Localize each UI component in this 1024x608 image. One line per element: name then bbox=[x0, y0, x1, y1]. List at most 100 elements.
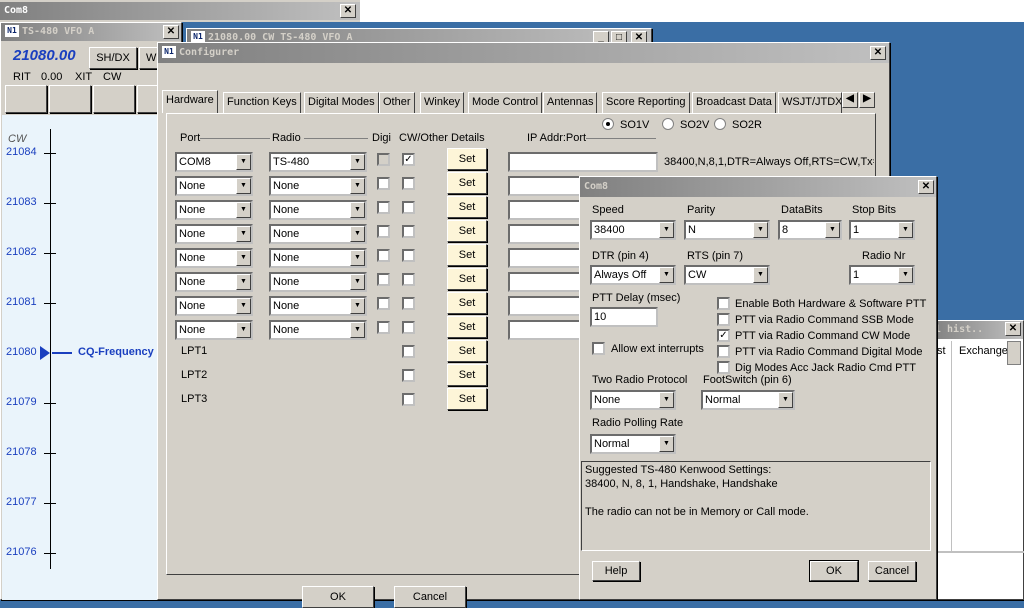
radio-select[interactable]: None ▼ bbox=[269, 296, 367, 316]
com8-close-icon[interactable]: ✕ bbox=[918, 180, 934, 194]
tab-winkey[interactable]: Winkey bbox=[420, 92, 465, 113]
port-select[interactable]: None ▼ bbox=[175, 320, 253, 340]
cw-other-checkbox[interactable] bbox=[402, 273, 415, 286]
frequency-marker-icon[interactable] bbox=[40, 346, 50, 360]
digi-checkbox[interactable] bbox=[377, 297, 390, 310]
ptt-delay-input[interactable]: 10 bbox=[590, 307, 658, 327]
cw-other-checkbox[interactable]: ✓ bbox=[402, 153, 415, 166]
history-scrollbar[interactable] bbox=[1007, 341, 1021, 365]
digi-checkbox[interactable] bbox=[377, 177, 390, 190]
lpt-cw-checkbox[interactable] bbox=[402, 345, 415, 358]
tab-wsjt-jtdx[interactable]: WSJT/JTDX bbox=[778, 92, 842, 113]
port-select[interactable]: None ▼ bbox=[175, 200, 253, 220]
set-button[interactable]: Set bbox=[447, 220, 487, 242]
digi-checkbox[interactable] bbox=[377, 273, 390, 286]
so2r-radio[interactable] bbox=[714, 118, 726, 130]
vfo-titlebar[interactable]: N1 TS-480 VFO A bbox=[1, 23, 181, 41]
shdx-button[interactable]: SH/DX bbox=[89, 47, 137, 69]
set-button[interactable]: Set bbox=[447, 340, 487, 362]
ptt-option-checkbox-0[interactable] bbox=[717, 297, 730, 310]
cw-other-checkbox[interactable] bbox=[402, 321, 415, 334]
tab-antennas[interactable]: Antennas bbox=[543, 92, 598, 113]
set-button[interactable]: Set bbox=[447, 196, 487, 218]
tab-scroll-left-icon[interactable]: ◀ bbox=[842, 92, 858, 108]
ip-address-input[interactable] bbox=[508, 152, 658, 172]
so2v-radio[interactable] bbox=[662, 118, 674, 130]
configurer-ok-button[interactable]: OK bbox=[302, 586, 374, 608]
cw-other-checkbox[interactable] bbox=[402, 225, 415, 238]
com8-ok-button[interactable]: OK bbox=[809, 560, 859, 582]
tab-broadcast-data[interactable]: Broadcast Data bbox=[692, 92, 776, 113]
configurer-cancel-button[interactable]: Cancel bbox=[394, 586, 466, 608]
lpt-cw-checkbox[interactable] bbox=[402, 393, 415, 406]
dtr-select[interactable]: Always Off ▼ bbox=[590, 265, 676, 285]
rts-select[interactable]: CW ▼ bbox=[684, 265, 770, 285]
set-button[interactable]: Set bbox=[447, 364, 487, 386]
set-button[interactable]: Set bbox=[447, 244, 487, 266]
radio-select[interactable]: None ▼ bbox=[269, 200, 367, 220]
so1v-radio[interactable] bbox=[602, 118, 614, 130]
ptt-option-checkbox-3[interactable] bbox=[717, 345, 730, 358]
port-select[interactable]: None ▼ bbox=[175, 176, 253, 196]
digi-checkbox[interactable] bbox=[377, 321, 390, 334]
set-button[interactable]: Set bbox=[447, 148, 487, 170]
port-select[interactable]: None ▼ bbox=[175, 272, 253, 292]
digi-checkbox[interactable] bbox=[377, 201, 390, 214]
port-select[interactable]: None ▼ bbox=[175, 248, 253, 268]
databits-select[interactable]: 8 ▼ bbox=[778, 220, 842, 240]
tab-digital-modes[interactable]: Digital Modes bbox=[304, 92, 379, 113]
port-select[interactable]: None ▼ bbox=[175, 224, 253, 244]
tab-scroll-right-icon[interactable]: ▶ bbox=[859, 92, 875, 108]
lpt-cw-checkbox[interactable] bbox=[402, 369, 415, 382]
cw-other-checkbox[interactable] bbox=[402, 177, 415, 190]
configurer-close-icon[interactable]: ✕ bbox=[870, 46, 886, 60]
com8-cancel-button[interactable]: Cancel bbox=[868, 561, 916, 581]
radio-nr-select[interactable]: 1 ▼ bbox=[849, 265, 915, 285]
memory-button-3[interactable] bbox=[93, 85, 135, 113]
polling-rate-select[interactable]: Normal ▼ bbox=[590, 434, 676, 454]
com8-titlebar[interactable]: Com8 bbox=[580, 177, 936, 197]
parity-select[interactable]: N ▼ bbox=[684, 220, 770, 240]
set-button[interactable]: Set bbox=[447, 388, 487, 410]
tab-other[interactable]: Other bbox=[379, 92, 415, 113]
memory-button-1[interactable] bbox=[5, 85, 47, 113]
set-button[interactable]: Set bbox=[447, 172, 487, 194]
footswitch-select[interactable]: Normal ▼ bbox=[701, 390, 795, 410]
port-select[interactable]: None ▼ bbox=[175, 296, 253, 316]
ptt-option-checkbox-1[interactable] bbox=[717, 313, 730, 326]
digi-checkbox[interactable] bbox=[377, 249, 390, 262]
cw-other-checkbox[interactable] bbox=[402, 201, 415, 214]
allow-ext-interrupts-checkbox[interactable] bbox=[592, 342, 605, 355]
top-window-titlebar[interactable]: Com8 bbox=[0, 2, 360, 20]
vfo-close-icon[interactable]: ✕ bbox=[163, 25, 179, 39]
digi-checkbox[interactable] bbox=[377, 153, 390, 166]
tab-hardware[interactable]: Hardware bbox=[162, 90, 218, 113]
top-close-icon[interactable]: ✕ bbox=[340, 4, 356, 18]
tab-function-keys[interactable]: Function Keys bbox=[223, 92, 301, 113]
digi-checkbox[interactable] bbox=[377, 225, 390, 238]
tab-score-reporting[interactable]: Score Reporting bbox=[602, 92, 690, 113]
radio-select[interactable]: None ▼ bbox=[269, 320, 367, 340]
radio-select[interactable]: None ▼ bbox=[269, 248, 367, 268]
radio-select[interactable]: None ▼ bbox=[269, 224, 367, 244]
two-radio-select[interactable]: None ▼ bbox=[590, 390, 676, 410]
port-select[interactable]: COM8 ▼ bbox=[175, 152, 253, 172]
history-close-icon[interactable]: ✕ bbox=[1005, 322, 1021, 336]
help-button[interactable]: Help bbox=[592, 561, 640, 581]
cw-other-checkbox[interactable] bbox=[402, 249, 415, 262]
set-button[interactable]: Set bbox=[447, 316, 487, 338]
ptt-option-checkbox-4[interactable] bbox=[717, 361, 730, 374]
stopbits-select[interactable]: 1 ▼ bbox=[849, 220, 915, 240]
configurer-titlebar[interactable]: N1 Configurer bbox=[158, 43, 889, 63]
set-button[interactable]: Set bbox=[447, 292, 487, 314]
radio-select[interactable]: None ▼ bbox=[269, 176, 367, 196]
memory-button-2[interactable] bbox=[49, 85, 91, 113]
tab-mode-control[interactable]: Mode Control bbox=[468, 92, 543, 113]
tick-21083 bbox=[44, 203, 56, 204]
ptt-option-checkbox-2[interactable]: ✓ bbox=[717, 329, 730, 342]
speed-select[interactable]: 38400 ▼ bbox=[590, 220, 676, 240]
set-button[interactable]: Set bbox=[447, 268, 487, 290]
radio-select[interactable]: TS-480 ▼ bbox=[269, 152, 367, 172]
radio-select[interactable]: None ▼ bbox=[269, 272, 367, 292]
cw-other-checkbox[interactable] bbox=[402, 297, 415, 310]
